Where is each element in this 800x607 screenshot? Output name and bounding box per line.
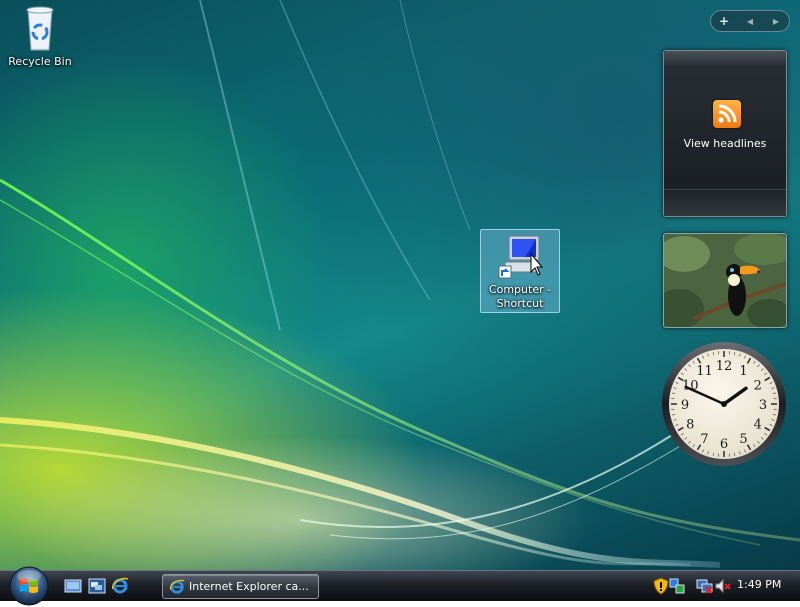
internet-explorer-icon [169,579,185,595]
feed-headlines-gadget[interactable]: View headlines [663,50,787,217]
clock-numeral: 12 [716,359,733,374]
recycle-bin-label: Recycle Bin [6,55,74,69]
next-page-button[interactable]: ▶ [766,17,786,26]
view-headlines-link[interactable]: View headlines [664,137,786,150]
add-gadget-button[interactable]: + [714,14,734,28]
taskbar-button-label: Internet Explorer ca... [189,580,309,593]
clock-gadget[interactable]: 121234567891011 [660,340,788,468]
network-disconnected-icon[interactable] [696,577,714,595]
clock-center-pin [721,401,727,407]
switch-windows-icon[interactable] [88,577,106,595]
clock-numeral: 6 [720,437,728,452]
feed-gadget-footer [664,189,786,216]
clock-numeral: 9 [681,398,689,413]
computer-shortcut-icon [495,234,545,280]
windows-start-orb[interactable] [8,565,50,607]
feed-gadget-header [664,51,786,65]
clock-numeral: 3 [759,398,767,413]
desktop[interactable]: Recycle Bin Computer - Shortcut + ◀ ▶ [0,0,800,570]
slideshow-gadget[interactable] [663,233,787,328]
taskbar: Internet Explorer ca... 1:49 PM [0,570,800,601]
computer-shortcut-label-line2: Shortcut [481,297,559,311]
show-desktop-icon[interactable] [64,577,82,595]
clock-numeral: 8 [686,418,694,433]
taskbar-button-internet-explorer[interactable]: Internet Explorer ca... [162,574,319,599]
sidebar-gadget-toolbar: + ◀ ▶ [710,10,790,32]
computer-shortcut[interactable]: Computer - Shortcut [480,229,560,313]
clock-numeral: 5 [739,432,747,447]
computer-shortcut-label-line1: Computer - [481,283,559,297]
recycle-bin-shortcut[interactable]: Recycle Bin [6,2,74,69]
clock-numeral: 7 [700,432,708,447]
clock-numeral: 4 [754,418,762,433]
clock-numeral: 1 [739,364,747,379]
clock-numeral: 2 [754,379,762,394]
recycle-bin-icon [22,2,58,52]
internet-explorer-icon[interactable] [111,577,129,595]
toucan-photo [664,234,786,327]
system-clock[interactable]: 1:49 PM [737,578,781,591]
clock-numeral: 11 [696,364,713,379]
network-warning-icon[interactable] [668,577,686,595]
previous-page-button[interactable]: ◀ [740,17,760,26]
volume-muted-icon[interactable] [714,577,732,595]
rss-feed-icon [713,100,741,128]
